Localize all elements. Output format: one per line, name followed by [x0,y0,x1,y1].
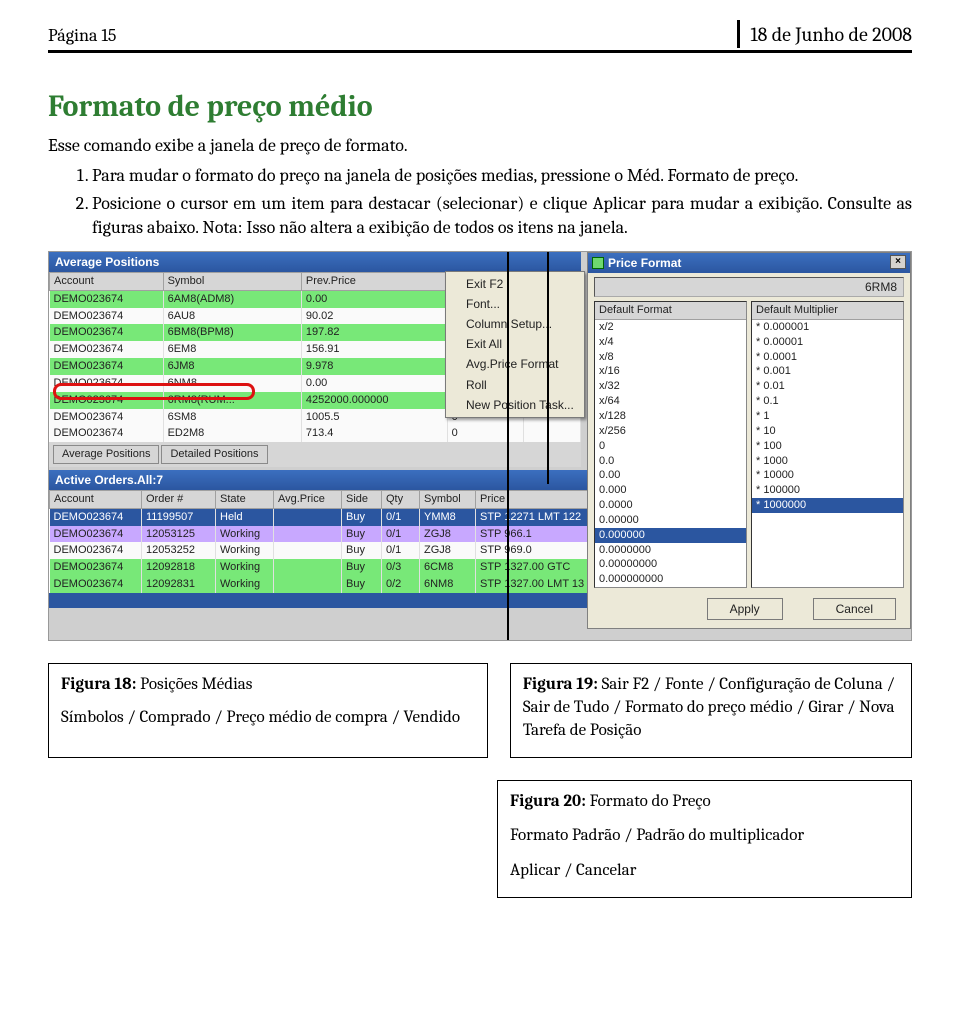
menu-item[interactable]: Font... [446,294,584,314]
list-option[interactable]: 0.000000 [595,528,746,543]
intro-paragraph: Esse comando exibe a janela de preço de … [48,134,912,158]
list-option[interactable]: x/4 [595,335,746,350]
list-option[interactable]: x/64 [595,394,746,409]
list-option[interactable]: 0 [595,439,746,454]
panel-title: Average Positions [49,252,581,272]
tab-average-positions[interactable]: Average Positions [53,445,159,464]
header-divider [737,20,740,48]
cancel-button[interactable]: Cancel [813,598,896,620]
page-header: Página 15 18 de Junho de 2008 [48,20,912,53]
list-option[interactable]: 0.0000000 [595,543,746,558]
list-option[interactable]: 0.00 [595,468,746,483]
steps-list: Para mudar o formato do preço na janela … [92,164,912,241]
list-option[interactable]: * 10000 [752,468,903,483]
column-header[interactable]: Order # [142,490,216,508]
context-menu: Exit F2Font...Column Setup...Exit AllAvg… [445,271,585,418]
list-option[interactable]: * 0.00001 [752,335,903,350]
list-option[interactable]: * 0.1 [752,394,903,409]
list-option[interactable]: 0.0000 [595,498,746,513]
positions-tabs: Average Positions Detailed Positions [49,442,581,467]
column-header[interactable]: Side [342,490,382,508]
list-option[interactable]: * 0.001 [752,364,903,379]
page-date: 18 de Junho de 2008 [737,20,912,48]
figure-19-callout: Figura 19: Sair F2 / Fonte / Configuraçã… [510,663,912,758]
list-option[interactable]: * 10 [752,424,903,439]
list-option[interactable]: x/16 [595,364,746,379]
page-number: Página 15 [48,24,116,48]
list-option[interactable]: * 100 [752,439,903,454]
default-format-list[interactable]: Default Format x/2x/4x/8x/16x/32x/64x/12… [594,301,747,588]
callout-row: Figura 18: Posições Médias Símbolos / Co… [48,663,912,758]
step-item: Para mudar o formato do preço na janela … [92,164,912,188]
list-option[interactable]: * 0.01 [752,379,903,394]
list-header: Default Format [595,302,746,320]
menu-item[interactable]: Exit All [446,334,584,354]
list-option[interactable]: 0.0 [595,454,746,469]
list-option[interactable]: * 1000 [752,454,903,469]
column-header[interactable]: Qty [382,490,420,508]
list-option[interactable]: x/256 [595,424,746,439]
screenshot-composite: Average Positions AccountSymbolPrev.Pric… [48,251,912,641]
section-heading: Formato de preço médio [48,87,912,128]
column-header[interactable]: Prev.Price [301,272,447,290]
list-option[interactable]: * 0.0001 [752,350,903,365]
list-option[interactable]: * 1 [752,409,903,424]
list-option[interactable]: x/32 [595,379,746,394]
list-header: Default Multiplier [752,302,903,320]
row-highlight [53,383,255,400]
column-header[interactable]: Symbol [163,272,301,290]
list-option[interactable]: x/2 [595,320,746,335]
tag-icon [592,257,604,269]
symbol-label: 6RM8 [594,277,904,297]
default-multiplier-list[interactable]: Default Multiplier * 0.000001* 0.00001* … [751,301,904,588]
table-row[interactable]: DEMO023674ED2M8713.40 [50,425,581,442]
list-option[interactable]: * 100000 [752,483,903,498]
column-header[interactable]: State [216,490,274,508]
menu-item[interactable]: Column Setup... [446,314,584,334]
step-item: Posicione o cursor em um item para desta… [92,192,912,241]
close-icon[interactable]: × [890,255,906,269]
figure-20-callout: Figura 20: Formato do Preço Formato Padr… [497,780,912,899]
list-option[interactable]: * 0.000001 [752,320,903,335]
list-option[interactable]: x/8 [595,350,746,365]
list-option[interactable]: 0.00000 [595,513,746,528]
menu-item[interactable]: Roll [446,375,584,395]
menu-item[interactable]: Exit F2 [446,274,584,294]
column-header[interactable]: Account [50,272,164,290]
tab-detailed-positions[interactable]: Detailed Positions [161,445,267,464]
list-option[interactable]: x/128 [595,409,746,424]
apply-button[interactable]: Apply [707,598,783,620]
menu-item[interactable]: Avg.Price Format [446,354,584,374]
figure-18-callout: Figura 18: Posições Médias Símbolos / Co… [48,663,488,758]
column-header[interactable]: Account [50,490,142,508]
menu-item[interactable]: New Position Task... [446,395,584,415]
list-option[interactable]: 0.000 [595,483,746,498]
list-option[interactable]: * 1000000 [752,498,903,513]
price-format-dialog: Price Format × 6RM8 Default Format x/2x/… [587,252,911,630]
list-option[interactable]: 0.000000000 [595,572,746,587]
list-option[interactable]: 0.00000000 [595,557,746,572]
column-header[interactable]: Symbol [420,490,476,508]
column-header[interactable]: Avg.Price [274,490,342,508]
dialog-title: Price Format [608,255,681,271]
